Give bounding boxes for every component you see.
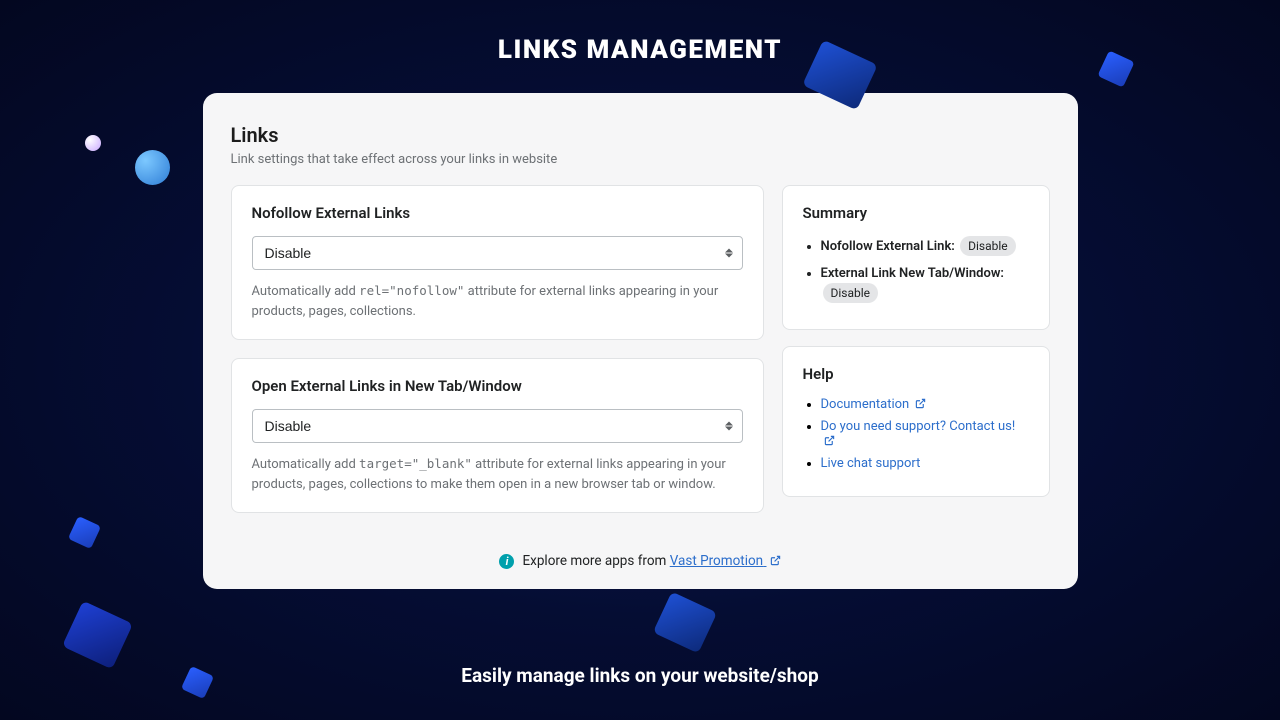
footer-promo-link[interactable]: Vast Promotion [670, 553, 781, 569]
external-link-icon [824, 435, 835, 446]
help-list: Documentation Do you need support? Conta… [803, 397, 1029, 471]
help-title: Help [803, 365, 1029, 383]
summary-item: External Link New Tab/Window: Disable [821, 264, 1029, 304]
card-newtab-title: Open External Links in New Tab/Window [252, 377, 743, 395]
footer-promo: i Explore more apps from Vast Promotion [231, 553, 1050, 569]
help-link-documentation[interactable]: Documentation [821, 397, 927, 412]
summary-list: Nofollow External Link: Disable External… [803, 236, 1029, 304]
section-description: Link settings that take effect across yo… [231, 152, 1050, 167]
chevron-updown-icon [725, 422, 733, 431]
external-link-icon [915, 398, 926, 409]
card-nofollow-desc: Automatically add rel="nofollow" attribu… [252, 282, 743, 321]
card-newtab: Open External Links in New Tab/Window Di… [231, 358, 764, 513]
settings-panel: Links Link settings that take effect acr… [203, 93, 1078, 589]
page-title: LINKS MANAGEMENT [0, 0, 1280, 65]
summary-title: Summary [803, 204, 1029, 222]
external-link-icon [770, 555, 781, 566]
card-nofollow: Nofollow External Links Disable Automati… [231, 185, 764, 340]
card-summary: Summary Nofollow External Link: Disable … [782, 185, 1050, 330]
page-subtitle: Easily manage links on your website/shop [0, 664, 1280, 687]
card-newtab-desc: Automatically add target="_blank" attrib… [252, 455, 743, 494]
card-help: Help Documentation Do you need support? … [782, 346, 1050, 497]
summary-item: Nofollow External Link: Disable [821, 236, 1029, 257]
card-nofollow-title: Nofollow External Links [252, 204, 743, 222]
help-item: Documentation [821, 397, 1029, 412]
help-item: Do you need support? Contact us! [821, 419, 1029, 449]
newtab-select[interactable]: Disable [252, 409, 743, 443]
help-link-support[interactable]: Do you need support? Contact us! [821, 419, 1016, 449]
nofollow-select[interactable]: Disable [252, 236, 743, 270]
help-link-livechat[interactable]: Live chat support [821, 456, 921, 471]
status-badge: Disable [823, 283, 879, 303]
chevron-updown-icon [725, 249, 733, 258]
info-icon: i [499, 554, 514, 569]
section-heading: Links [231, 123, 1050, 147]
footer-text: Explore more apps from [522, 553, 669, 569]
help-item: Live chat support [821, 456, 1029, 471]
status-badge: Disable [960, 236, 1016, 256]
